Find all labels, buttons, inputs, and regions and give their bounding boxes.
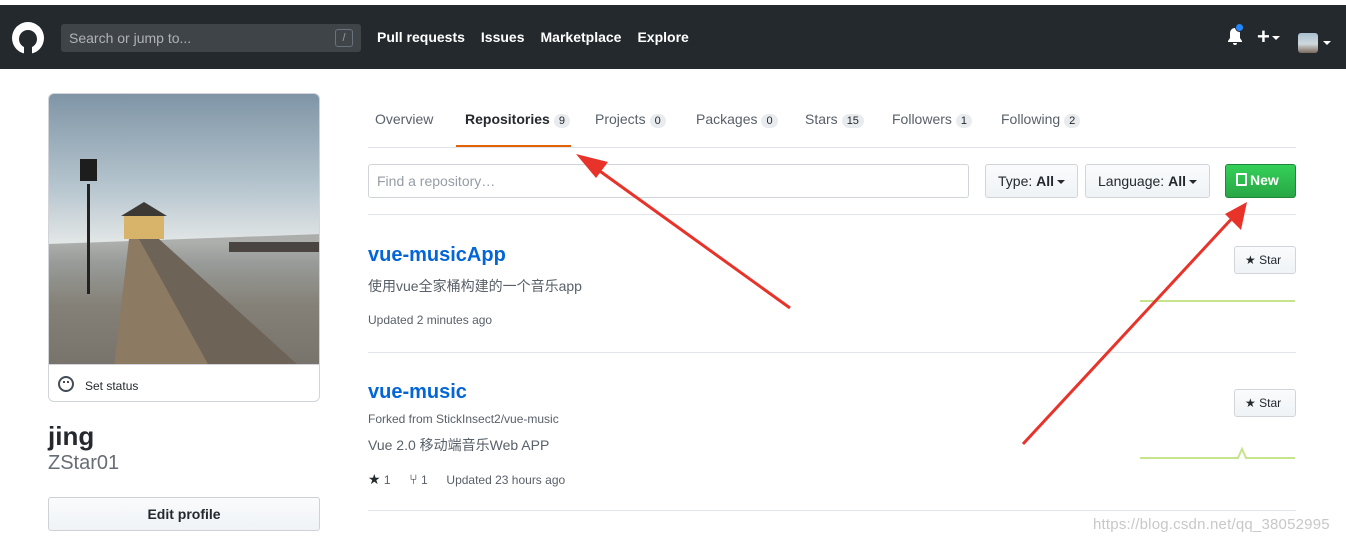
nav-explore[interactable]: Explore bbox=[637, 29, 688, 45]
find-repository-input[interactable]: Find a repository… bbox=[368, 164, 969, 198]
smiley-icon bbox=[58, 376, 74, 392]
tab-count: 2 bbox=[1064, 114, 1081, 128]
tab-count: 9 bbox=[553, 114, 570, 128]
activity-sparkline bbox=[1140, 446, 1295, 459]
star-button[interactable]: ★ Star bbox=[1234, 389, 1296, 417]
new-repository-button[interactable]: New bbox=[1225, 164, 1296, 198]
edit-profile-button[interactable]: Edit profile bbox=[48, 497, 320, 531]
plus-icon: + bbox=[1257, 24, 1270, 49]
tab-count: 0 bbox=[649, 114, 666, 128]
repo-description: Vue 2.0 移动端音乐Web APP bbox=[368, 437, 550, 453]
language-filter-label: Language: bbox=[1098, 173, 1165, 189]
search-input[interactable]: Search or jump to... / bbox=[61, 24, 361, 52]
star-button[interactable]: ★ Star bbox=[1234, 246, 1296, 274]
profile-photo bbox=[48, 93, 320, 365]
tab-following[interactable]: Following 2 bbox=[1001, 111, 1081, 128]
repo-title-link[interactable]: vue-musicApp bbox=[368, 244, 506, 267]
repo-title-link[interactable]: vue-music bbox=[368, 381, 467, 404]
chevron-down-icon bbox=[1271, 36, 1280, 41]
nav-issues[interactable]: Issues bbox=[481, 29, 525, 45]
list-divider bbox=[368, 352, 1296, 353]
type-filter-value: All bbox=[1036, 173, 1055, 189]
repo-meta-row: ★ 1 ⑂ 1 Updated 23 hours ago bbox=[368, 471, 565, 488]
top-header: Search or jump to... / Pull requests Iss… bbox=[0, 5, 1346, 69]
tab-label: Packages bbox=[696, 111, 758, 127]
language-filter-dropdown[interactable]: Language: All bbox=[1085, 164, 1210, 198]
set-status-label: Set status bbox=[85, 379, 139, 393]
fork-icon: ⑂ bbox=[409, 471, 418, 487]
tab-count: 1 bbox=[955, 114, 973, 128]
repo-updated: Updated 23 hours ago bbox=[446, 473, 566, 487]
repo-description: 使用vue全家桶构建的一个音乐app bbox=[368, 278, 582, 294]
set-status-button[interactable]: Set status bbox=[48, 364, 320, 402]
profile-tabs: Overview Repositories 9 Projects 0 Package… bbox=[368, 110, 1296, 148]
nav-pull-requests[interactable]: Pull requests bbox=[377, 29, 465, 45]
type-filter-label: Type: bbox=[998, 173, 1033, 189]
tab-count: 15 bbox=[841, 114, 864, 128]
star-icon: ★ bbox=[1245, 396, 1256, 410]
tab-projects[interactable]: Projects 0 bbox=[595, 111, 666, 128]
type-filter-dropdown[interactable]: Type: All bbox=[985, 164, 1079, 198]
tab-label: Followers bbox=[892, 111, 952, 127]
chevron-down-icon bbox=[1188, 180, 1197, 185]
list-divider bbox=[368, 510, 1296, 511]
search-placeholder: Search or jump to... bbox=[69, 30, 192, 46]
user-avatar[interactable] bbox=[1298, 33, 1318, 53]
active-tab-indicator bbox=[456, 145, 571, 147]
activity-sparkline bbox=[1140, 300, 1295, 302]
tab-label: Projects bbox=[595, 111, 646, 127]
star-label: Star bbox=[1259, 396, 1282, 410]
tab-followers[interactable]: Followers 1 bbox=[892, 111, 973, 128]
tab-label: Following bbox=[1001, 111, 1061, 127]
star-icon: ★ bbox=[1245, 253, 1256, 267]
tab-overview[interactable]: Overview bbox=[375, 111, 433, 127]
create-new-menu[interactable]: + bbox=[1257, 24, 1280, 50]
repo-updated: Updated 2 minutes ago bbox=[368, 313, 493, 327]
list-divider bbox=[368, 214, 1296, 215]
shortcut-key-icon: / bbox=[335, 29, 353, 47]
tab-label: Stars bbox=[805, 111, 838, 127]
star-icon: ★ bbox=[368, 471, 381, 487]
chevron-down-icon bbox=[1057, 180, 1066, 185]
profile-name: jing bbox=[48, 421, 95, 451]
tab-packages[interactable]: Packages 0 bbox=[696, 111, 778, 128]
repo-fork-count[interactable]: 1 bbox=[421, 473, 428, 487]
repo-star-count[interactable]: 1 bbox=[384, 473, 391, 487]
tab-label: Repositories bbox=[465, 111, 550, 127]
notification-bell-icon[interactable] bbox=[1226, 23, 1244, 47]
tab-repositories[interactable]: Repositories 9 bbox=[465, 111, 570, 128]
avatar-chevron-down-icon[interactable] bbox=[1323, 41, 1331, 45]
tab-label: Overview bbox=[375, 111, 434, 127]
repo-forked-from[interactable]: Forked from StickInsect2/vue-music bbox=[368, 412, 559, 426]
star-label: Star bbox=[1259, 253, 1282, 267]
tab-count: 0 bbox=[761, 114, 778, 128]
nav-marketplace[interactable]: Marketplace bbox=[541, 29, 622, 45]
github-logo-icon[interactable] bbox=[12, 22, 44, 54]
header-nav: Pull requests Issues Marketplace Explore bbox=[377, 29, 689, 45]
repo-book-icon bbox=[1236, 173, 1247, 186]
language-filter-value: All bbox=[1168, 173, 1186, 189]
profile-username: ZStar01 bbox=[48, 452, 120, 474]
notification-dot-icon bbox=[1235, 23, 1244, 32]
watermark-text: https://blog.csdn.net/qq_38052995 bbox=[1093, 516, 1330, 533]
new-button-label: New bbox=[1250, 172, 1279, 188]
tab-stars[interactable]: Stars 15 bbox=[805, 111, 864, 128]
